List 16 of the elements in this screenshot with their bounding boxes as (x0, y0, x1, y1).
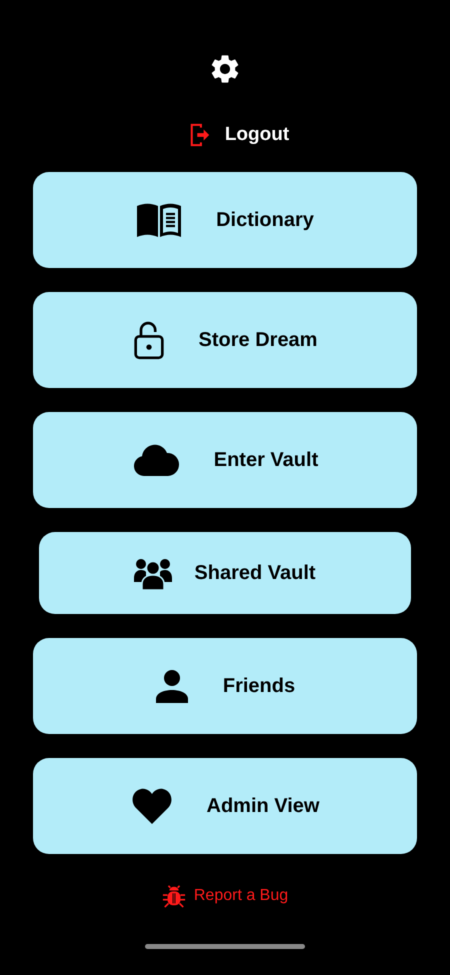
heart-icon (130, 787, 172, 825)
logout-button[interactable]: Logout (188, 122, 290, 148)
person-icon (154, 669, 189, 703)
unlocked-padlock-icon (132, 320, 165, 360)
cloud-icon (132, 444, 180, 476)
menu-button[interactable]: Admin View (33, 758, 417, 854)
menu-button[interactable]: Enter Vault (33, 412, 417, 508)
report-bug-link[interactable]: Report a Bug (162, 884, 288, 908)
menu-button[interactable]: Dictionary (33, 172, 417, 268)
menu-button[interactable]: Friends (33, 638, 417, 734)
menu-button[interactable]: Store Dream (33, 292, 417, 388)
group-icon (134, 556, 172, 590)
book-icon (136, 203, 182, 237)
logout-icon (188, 122, 211, 148)
bug-icon (162, 884, 186, 908)
menu-button[interactable]: Shared Vault (39, 532, 411, 614)
